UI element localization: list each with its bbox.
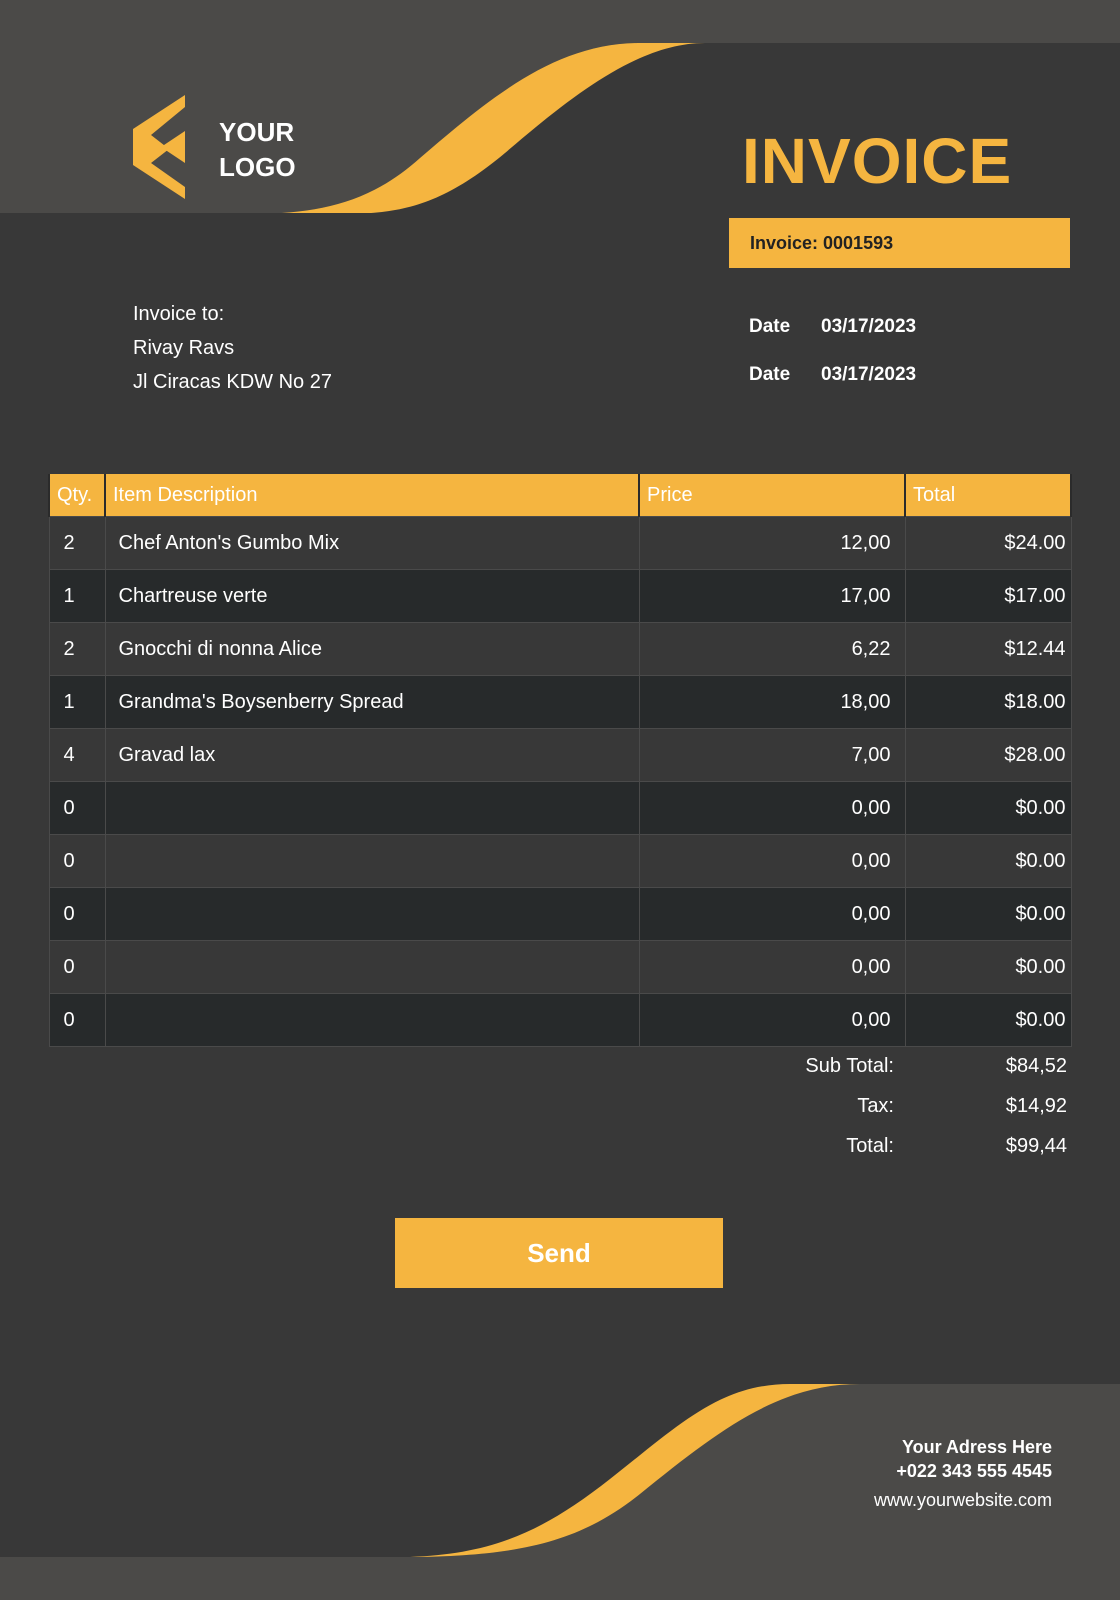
qty-cell[interactable]: 1	[48, 675, 106, 729]
bill-to-name: Rivay Ravs	[133, 337, 235, 359]
table-row: 0 0,00 $0.00	[48, 940, 1072, 994]
qty-cell[interactable]: 0	[48, 834, 106, 888]
description-cell[interactable]: Grandma's Boysenberry Spread	[104, 675, 640, 729]
description-cell[interactable]: Gnocchi di nonna Alice	[104, 622, 640, 676]
tax-value: $14,92	[1005, 1095, 1067, 1117]
description-cell[interactable]	[104, 781, 640, 835]
total-label: Total:	[846, 1135, 894, 1157]
price-cell[interactable]: 0,00	[638, 781, 906, 835]
table-row: 1 Chartreuse verte 17,00 $17.00	[48, 569, 1072, 623]
price-cell[interactable]: 0,00	[638, 940, 906, 994]
total-cell: $12.44	[904, 622, 1072, 676]
table-row: 0 0,00 $0.00	[48, 887, 1072, 941]
col-header-price: Price	[638, 474, 906, 517]
price-cell[interactable]: 17,00	[638, 569, 906, 623]
company-logo: YOUR LOGO	[133, 95, 308, 201]
date-row-1: Date 03/17/2023	[749, 316, 916, 338]
subtotal-label: Sub Total:	[805, 1055, 894, 1077]
price-cell[interactable]: 0,00	[638, 993, 906, 1047]
price-cell[interactable]: 18,00	[638, 675, 906, 729]
footer-phone: +022 343 555 4545	[896, 1461, 1052, 1481]
table-row: 4 Gravad lax 7,00 $28.00	[48, 728, 1072, 782]
description-cell[interactable]: Gravad lax	[104, 728, 640, 782]
qty-cell[interactable]: 2	[48, 622, 106, 676]
price-cell[interactable]: 0,00	[638, 887, 906, 941]
footer-address: Your Adress Here	[901, 1437, 1052, 1457]
qty-cell[interactable]: 4	[48, 728, 106, 782]
logo-text: YOUR LOGO	[219, 115, 296, 185]
total-cell: $17.00	[904, 569, 1072, 623]
footer-website[interactable]: www.yourwebsite.com	[874, 1488, 1052, 1512]
logo-line-2: LOGO	[219, 152, 296, 182]
col-header-qty: Qty.	[48, 474, 106, 517]
table-row: 0 0,00 $0.00	[48, 993, 1072, 1047]
invoice-title: INVOICE	[742, 125, 1013, 197]
description-cell[interactable]: Chef Anton's Gumbo Mix	[104, 516, 640, 570]
grand-total-row: Total: $99,44	[700, 1135, 1072, 1175]
subtotal-value: $84,52	[1005, 1055, 1067, 1077]
price-cell[interactable]: 0,00	[638, 834, 906, 888]
description-cell[interactable]	[104, 887, 640, 941]
qty-cell[interactable]: 0	[48, 781, 106, 835]
price-cell[interactable]: 7,00	[638, 728, 906, 782]
tax-label: Tax:	[857, 1095, 894, 1117]
date-value: 03/17/2023	[821, 364, 917, 385]
description-cell[interactable]	[104, 834, 640, 888]
description-cell[interactable]	[104, 993, 640, 1047]
bill-to-label: Invoice to:	[133, 303, 225, 325]
tax-row: Tax: $14,92	[700, 1095, 1072, 1135]
total-cell: $0.00	[904, 993, 1072, 1047]
table-row: 0 0,00 $0.00	[48, 834, 1072, 888]
qty-cell[interactable]: 2	[48, 516, 106, 570]
send-button[interactable]: Send	[395, 1218, 723, 1288]
table-row: 0 0,00 $0.00	[48, 781, 1072, 835]
date-value: 03/17/2023	[821, 316, 917, 337]
bill-to-block: Invoice to: Rivay Ravs Jl Ciracas KDW No…	[133, 297, 332, 399]
col-header-total: Total	[904, 474, 1072, 517]
footer-contact: Your Adress Here +022 343 555 4545 www.y…	[874, 1435, 1052, 1512]
totals-block: Sub Total: $84,52 Tax: $14,92 Total: $99…	[700, 1055, 1072, 1175]
table-header-row: Qty. Item Description Price Total	[48, 474, 1072, 517]
invoice-number: Invoice: 0001593	[729, 218, 1070, 268]
total-cell: $28.00	[904, 728, 1072, 782]
description-cell[interactable]	[104, 940, 640, 994]
total-cell: $0.00	[904, 887, 1072, 941]
price-cell[interactable]: 12,00	[638, 516, 906, 570]
date-label: Date	[749, 316, 791, 337]
total-cell: $0.00	[904, 781, 1072, 835]
total-cell: $0.00	[904, 834, 1072, 888]
bill-to-address: Jl Ciracas KDW No 27	[133, 371, 332, 393]
qty-cell[interactable]: 0	[48, 940, 106, 994]
total-cell: $24.00	[904, 516, 1072, 570]
description-cell[interactable]: Chartreuse verte	[104, 569, 640, 623]
col-header-description: Item Description	[104, 474, 640, 517]
chevron-left-icon	[133, 95, 185, 199]
qty-cell[interactable]: 1	[48, 569, 106, 623]
total-cell: $18.00	[904, 675, 1072, 729]
table-row: 2 Chef Anton's Gumbo Mix 12,00 $24.00	[48, 516, 1072, 570]
total-cell: $0.00	[904, 940, 1072, 994]
total-value: $99,44	[1005, 1135, 1067, 1157]
logo-line-1: YOUR	[219, 117, 295, 147]
price-cell[interactable]: 6,22	[638, 622, 906, 676]
table-row: 1 Grandma's Boysenberry Spread 18,00 $18…	[48, 675, 1072, 729]
table-row: 2 Gnocchi di nonna Alice 6,22 $12.44	[48, 622, 1072, 676]
subtotal-row: Sub Total: $84,52	[700, 1055, 1072, 1095]
date-row-2: Date 03/17/2023	[749, 364, 916, 386]
qty-cell[interactable]: 0	[48, 993, 106, 1047]
date-label: Date	[749, 364, 791, 385]
invoice-page: YOUR LOGO INVOICE Invoice: 0001593 Invoi…	[0, 0, 1120, 1600]
items-table: Qty. Item Description Price Total 2 Chef…	[48, 474, 1072, 1047]
qty-cell[interactable]: 0	[48, 887, 106, 941]
